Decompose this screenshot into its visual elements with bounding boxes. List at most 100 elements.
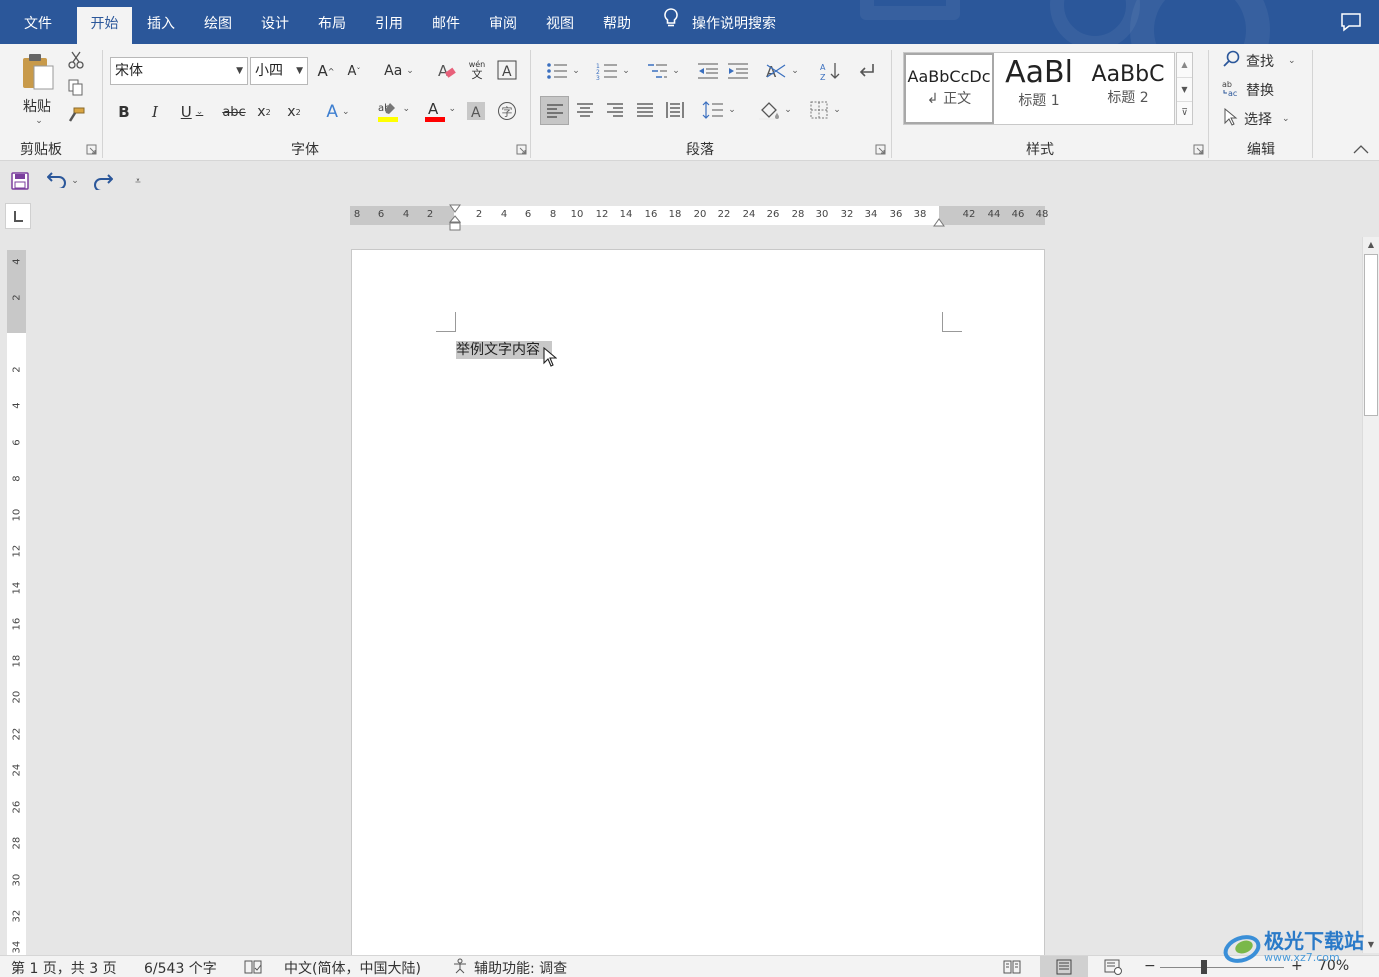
decrease-indent-icon[interactable] (696, 60, 720, 82)
align-center-icon[interactable] (573, 98, 597, 122)
grow-font-icon[interactable]: A ^ (315, 60, 337, 82)
tab-selector[interactable] (5, 203, 31, 229)
tab-layout[interactable]: 布局 (308, 7, 356, 44)
text-effects-icon[interactable]: A ⌄ (318, 100, 358, 124)
style-heading-2[interactable]: AaBbC 标题 2 (1084, 53, 1172, 124)
web-layout-icon[interactable] (1104, 959, 1122, 977)
distributed-icon[interactable] (663, 98, 687, 122)
dialog-launcher-icon[interactable] (86, 144, 97, 155)
select-button[interactable]: 选择 ⌄ (1222, 107, 1302, 130)
font-color-icon[interactable]: A ⌄ (414, 98, 456, 124)
proofing-icon[interactable] (244, 959, 262, 977)
more-styles-icon[interactable]: ⊽ (1177, 101, 1192, 124)
cut-button[interactable] (66, 51, 86, 72)
tab-insert[interactable]: 插入 (137, 7, 185, 44)
copy-button[interactable] (66, 79, 86, 100)
svg-text:A: A (502, 64, 512, 80)
chevron-up-icon[interactable]: ▲ (1177, 53, 1192, 77)
bold-icon[interactable]: B (112, 100, 136, 124)
paste-button[interactable]: 粘贴 ⌄ (14, 48, 60, 130)
multilevel-list-icon[interactable]: ⌄ (642, 60, 684, 82)
justify-icon[interactable] (633, 98, 657, 122)
select-label: 选择 (1244, 112, 1272, 128)
sort-icon[interactable]: AZ (818, 60, 842, 82)
collapse-ribbon-icon[interactable] (1350, 141, 1372, 157)
tab-review[interactable]: 审阅 (479, 7, 527, 44)
document-page[interactable]: 举例文字内容 (351, 249, 1045, 959)
customize-qat-icon[interactable]: ⩡ (130, 171, 146, 191)
scroll-up-icon[interactable]: ▲ (1363, 237, 1379, 253)
ruler-tick: 32 (11, 909, 23, 923)
word-count[interactable]: 6/543 个字 (144, 958, 217, 977)
font-size-combo[interactable]: 小四 ▼ (250, 57, 308, 85)
tell-me-search[interactable]: 操作说明搜索 (662, 7, 776, 41)
increase-indent-icon[interactable] (726, 60, 750, 82)
language-status[interactable]: 中文(简体，中国大陆) (284, 958, 421, 977)
dialog-launcher-icon[interactable] (875, 144, 886, 155)
ruler-tick: 38 (913, 209, 927, 220)
page-count[interactable]: 第 1 页，共 3 页 (11, 958, 117, 977)
dialog-launcher-icon[interactable] (516, 144, 527, 155)
zoom-out-button[interactable]: − (1144, 958, 1156, 974)
redo-icon[interactable] (92, 171, 114, 191)
zoom-slider-handle[interactable] (1201, 960, 1207, 974)
accessibility-status[interactable]: 辅助功能: 调查 (452, 958, 567, 977)
font-name-combo[interactable]: 宋体 ▼ (110, 57, 248, 85)
phonetic-guide-icon[interactable]: wén 文 (466, 58, 488, 82)
superscript-icon[interactable]: x2 (282, 100, 306, 124)
tab-mailings[interactable]: 邮件 (422, 7, 470, 44)
show-formatting-marks-icon[interactable] (854, 60, 878, 82)
style-normal[interactable]: AaBbCcDc ↲ 正文 (904, 53, 994, 124)
find-button[interactable]: 查找 ⌄ (1222, 50, 1302, 72)
shrink-font-icon[interactable]: Aˇ (343, 60, 365, 82)
tab-home[interactable]: 开始 (77, 7, 132, 44)
subscript-icon[interactable]: x2 (252, 100, 276, 124)
change-case-icon[interactable]: Aa ⌄ (380, 60, 418, 82)
strikethrough-icon[interactable]: abc (220, 100, 248, 124)
tab-design[interactable]: 设计 (251, 7, 299, 44)
comments-icon[interactable] (1340, 12, 1366, 34)
align-right-icon[interactable] (603, 98, 627, 122)
chevron-down-icon[interactable]: ▼ (236, 58, 243, 84)
tab-help[interactable]: 帮助 (593, 7, 641, 44)
tab-references[interactable]: 引用 (365, 7, 413, 44)
chevron-down-icon[interactable]: ▼ (1177, 77, 1192, 101)
numbering-icon[interactable]: 1 2 3 ⌄ (592, 60, 634, 82)
italic-icon[interactable]: I (143, 100, 167, 124)
hanging-indent-marker[interactable] (448, 215, 462, 237)
replace-button[interactable]: ab ac 替换 (1222, 79, 1292, 101)
read-mode-icon[interactable] (1003, 959, 1021, 977)
shading-icon[interactable]: ⌄ (754, 98, 796, 122)
enclose-characters-icon[interactable]: 字 (496, 100, 518, 122)
undo-button[interactable]: ⌄ (44, 171, 82, 191)
format-painter-button[interactable] (66, 107, 86, 127)
asian-layout-icon[interactable]: A ⌄ (762, 60, 802, 82)
tab-file[interactable]: 文件 (13, 7, 63, 44)
borders-icon[interactable]: ⌄ (804, 98, 846, 122)
right-indent-marker[interactable] (933, 217, 945, 232)
tab-view[interactable]: 视图 (536, 7, 584, 44)
ruler-tick: 48 (1035, 209, 1049, 220)
ruler-tick: 6 (11, 439, 23, 446)
document-text[interactable]: 举例文字内容 (456, 341, 552, 359)
clear-formatting-icon[interactable]: A (436, 60, 458, 82)
vertical-scrollbar[interactable]: ▲ ▼ (1362, 237, 1379, 953)
underline-icon[interactable]: U ⌄ (172, 100, 212, 124)
dialog-launcher-icon[interactable] (1193, 144, 1204, 155)
ruler-tick: 26 (11, 800, 23, 814)
scrollbar-thumb[interactable] (1364, 254, 1378, 416)
print-layout-icon[interactable] (1040, 956, 1088, 977)
line-spacing-icon[interactable]: ⌄ (698, 98, 740, 122)
tab-draw[interactable]: 绘图 (194, 7, 242, 44)
bullets-icon[interactable]: ⌄ (542, 60, 584, 82)
character-border-icon[interactable]: A (496, 59, 518, 81)
align-left-icon[interactable] (540, 96, 569, 125)
horizontal-ruler[interactable]: 8 6 4 2 2 4 6 8 10 12 14 16 18 20 22 24 … (350, 204, 1048, 231)
highlight-color-icon[interactable]: ab ⌄ (366, 98, 410, 124)
save-icon[interactable] (10, 171, 30, 191)
chevron-down-icon[interactable]: ▼ (296, 58, 303, 84)
undo-icon (46, 170, 67, 192)
character-shading-icon[interactable]: A (465, 100, 487, 122)
style-heading-1[interactable]: AaBl 标题 1 (996, 53, 1082, 124)
vertical-ruler[interactable]: 4 2 2 4 6 8 10 12 14 16 18 20 22 24 26 2… (7, 250, 26, 955)
